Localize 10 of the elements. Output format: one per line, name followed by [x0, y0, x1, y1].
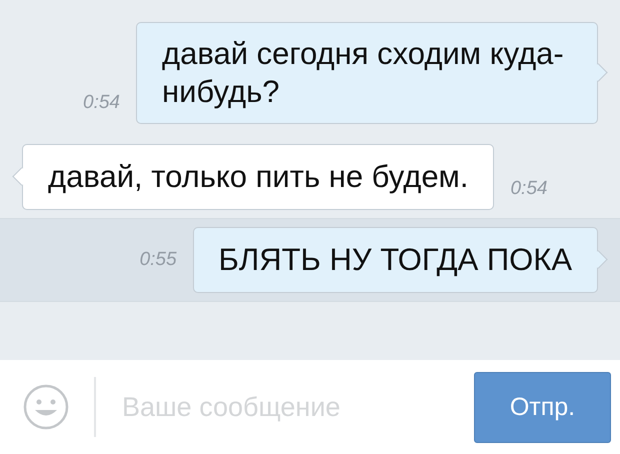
- message-time: 0:55: [140, 249, 177, 271]
- message-time: 0:54: [83, 92, 120, 115]
- message-bubble[interactable]: давай, только пить не будем.: [22, 144, 494, 210]
- message-row[interactable]: 0:54 давай сегодня сходим куда-нибудь?: [0, 14, 620, 136]
- message-row[interactable]: давай, только пить не будем. 0:54: [0, 136, 620, 218]
- smiley-icon[interactable]: [22, 383, 70, 431]
- message-bubble[interactable]: давай сегодня сходим куда-нибудь?: [136, 22, 598, 124]
- message-time: 0:54: [510, 178, 548, 201]
- message-row[interactable]: 0:55 БЛЯТЬ НУ ТОГДА ПОКА: [0, 218, 620, 302]
- message-bubble[interactable]: БЛЯТЬ НУ ТОГДА ПОКА: [192, 227, 598, 293]
